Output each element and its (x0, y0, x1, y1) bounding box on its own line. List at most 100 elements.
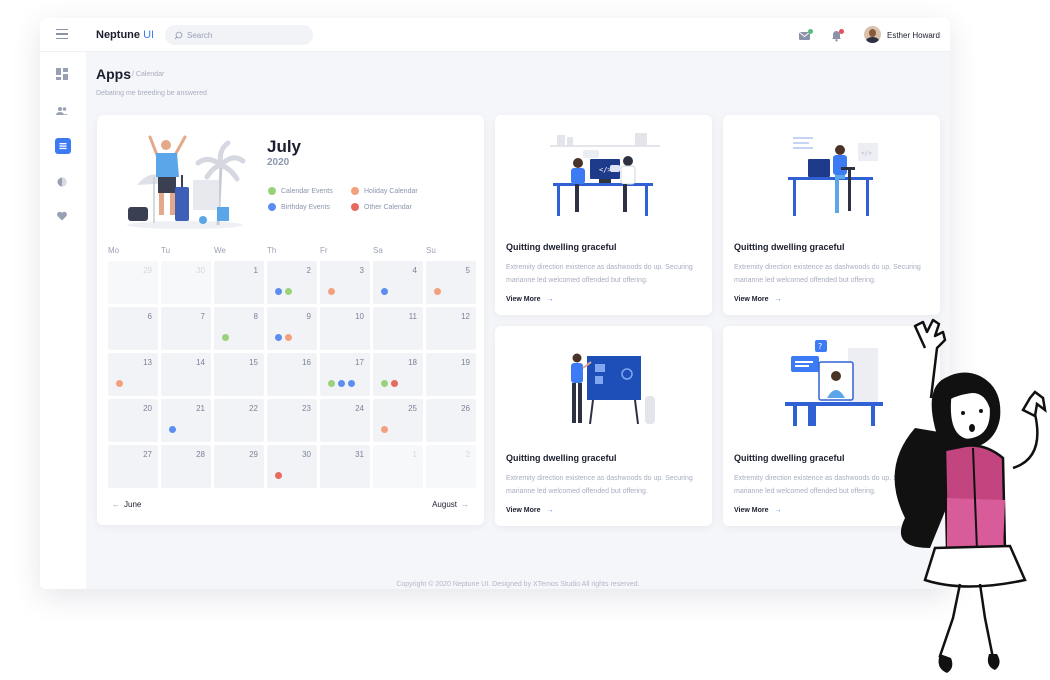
calendar-day[interactable]: 12 (426, 307, 476, 350)
calendar-day[interactable]: 19 (426, 353, 476, 396)
user-name[interactable]: Esther Howard (887, 31, 940, 40)
moon-icon[interactable] (56, 175, 70, 189)
calendar-day[interactable]: 24 (320, 399, 370, 442)
calendar-day[interactable]: 7 (161, 307, 211, 350)
legend-label: Calendar Events (281, 188, 333, 195)
calendar-day[interactable]: 14 (161, 353, 211, 396)
calendar-day[interactable]: 17 (320, 353, 370, 396)
view-more-link[interactable]: View More → (506, 296, 554, 303)
breadcrumb[interactable]: / Calendar (132, 71, 164, 78)
day-number: 19 (461, 358, 470, 367)
legend-other-calendar[interactable]: Other Calendar (351, 203, 412, 211)
day-number: 17 (355, 358, 364, 367)
day-number: 13 (143, 358, 152, 367)
calendar-day[interactable]: 29 (214, 445, 264, 488)
prev-month-button[interactable]: ← June (108, 500, 141, 509)
calendar-day[interactable]: 9 (267, 307, 317, 350)
event-dot[interactable] (285, 334, 292, 341)
bell-icon[interactable] (830, 28, 844, 42)
calendar-day[interactable]: 4 (373, 261, 423, 304)
avatar[interactable] (864, 26, 881, 43)
coding-team-illustration: </> (550, 133, 660, 216)
legend-calendar-events[interactable]: Calendar Events (268, 187, 333, 195)
view-more-link[interactable]: View More → (506, 507, 554, 514)
legend-dot (351, 203, 359, 211)
legend-dot (351, 187, 359, 195)
calendar-day[interactable]: 26 (426, 399, 476, 442)
event-dot[interactable] (381, 380, 388, 387)
calendar-day[interactable]: 31 (320, 445, 370, 488)
svg-text:</>: </> (861, 150, 872, 157)
event-dot[interactable] (275, 472, 282, 479)
brand-logo[interactable]: Neptune UI (96, 29, 154, 41)
arrow-left-icon: ← (112, 500, 120, 509)
calendar-day[interactable]: 25 (373, 399, 423, 442)
users-icon[interactable] (56, 104, 70, 118)
legend-holiday-calendar[interactable]: Holiday Calendar (351, 187, 418, 195)
event-dot[interactable] (381, 426, 388, 433)
calendar-day[interactable]: 28 (161, 445, 211, 488)
calendar-day[interactable]: 13 (108, 353, 158, 396)
event-dot[interactable] (391, 380, 398, 387)
calendar-day[interactable]: 29 (108, 261, 158, 304)
arrow-right-icon: → (546, 296, 554, 303)
day-number: 5 (465, 266, 470, 275)
calendar-day[interactable]: 30 (267, 445, 317, 488)
calendar-day[interactable]: 15 (214, 353, 264, 396)
event-dot[interactable] (169, 426, 176, 433)
event-dot[interactable] (338, 380, 345, 387)
calendar-day[interactable]: 8 (214, 307, 264, 350)
next-month-button[interactable]: August → (432, 500, 473, 509)
day-number: 8 (253, 312, 258, 321)
day-number: 9 (306, 312, 311, 321)
event-dot[interactable] (348, 380, 355, 387)
calendar-day[interactable]: 18 (373, 353, 423, 396)
legend-dot (268, 187, 276, 195)
view-more-link[interactable]: View More → (734, 296, 782, 303)
apps-icon[interactable] (55, 138, 71, 154)
event-card[interactable]: </> Quitting dwelling graceful Extremity… (495, 115, 712, 315)
calendar-day[interactable]: 3 (320, 261, 370, 304)
view-more-link[interactable]: View More → (734, 507, 782, 514)
event-dot[interactable] (275, 288, 282, 295)
event-card[interactable]: Quitting dwelling graceful Extremity dir… (495, 326, 712, 526)
calendar-day[interactable]: 21 (161, 399, 211, 442)
calendar-day[interactable]: 20 (108, 399, 158, 442)
dashboard-icon[interactable] (56, 67, 70, 81)
search-input[interactable]: Search (165, 25, 313, 45)
event-dot[interactable] (275, 334, 282, 341)
event-dot[interactable] (328, 288, 335, 295)
hamburger-icon[interactable] (56, 29, 68, 39)
calendar-day[interactable]: 1 (214, 261, 264, 304)
calendar-day[interactable]: 2 (426, 445, 476, 488)
event-dot[interactable] (328, 380, 335, 387)
arrow-right-icon: → (774, 507, 782, 514)
calendar-day[interactable]: 6 (108, 307, 158, 350)
arrow-right-icon: → (461, 500, 469, 509)
calendar-day[interactable]: 2 (267, 261, 317, 304)
brand-accent: UI (143, 29, 155, 41)
event-dot[interactable] (222, 334, 229, 341)
day-number: 20 (143, 404, 152, 413)
calendar-day[interactable]: 1 (373, 445, 423, 488)
event-dot[interactable] (434, 288, 441, 295)
mail-icon[interactable] (798, 28, 813, 42)
event-dot[interactable] (116, 380, 123, 387)
calendar-day[interactable]: 23 (267, 399, 317, 442)
heart-icon[interactable] (56, 209, 70, 223)
event-dot[interactable] (381, 288, 388, 295)
event-card[interactable]: </> Quitting dwelling graceful Extremity… (723, 115, 940, 315)
calendar-day[interactable]: 11 (373, 307, 423, 350)
calendar-day[interactable]: 16 (267, 353, 317, 396)
calendar-day[interactable]: 27 (108, 445, 158, 488)
calendar-day[interactable]: 5 (426, 261, 476, 304)
legend-birthday-events[interactable]: Birthday Events (268, 203, 330, 211)
calendar-month: July (267, 137, 302, 156)
calendar-day[interactable]: 10 (320, 307, 370, 350)
calendar-day[interactable]: 22 (214, 399, 264, 442)
event-dot[interactable] (285, 288, 292, 295)
calendar-day[interactable]: 30 (161, 261, 211, 304)
weekday-label: We (214, 246, 226, 255)
day-number: 18 (408, 358, 417, 367)
day-number: 26 (461, 404, 470, 413)
